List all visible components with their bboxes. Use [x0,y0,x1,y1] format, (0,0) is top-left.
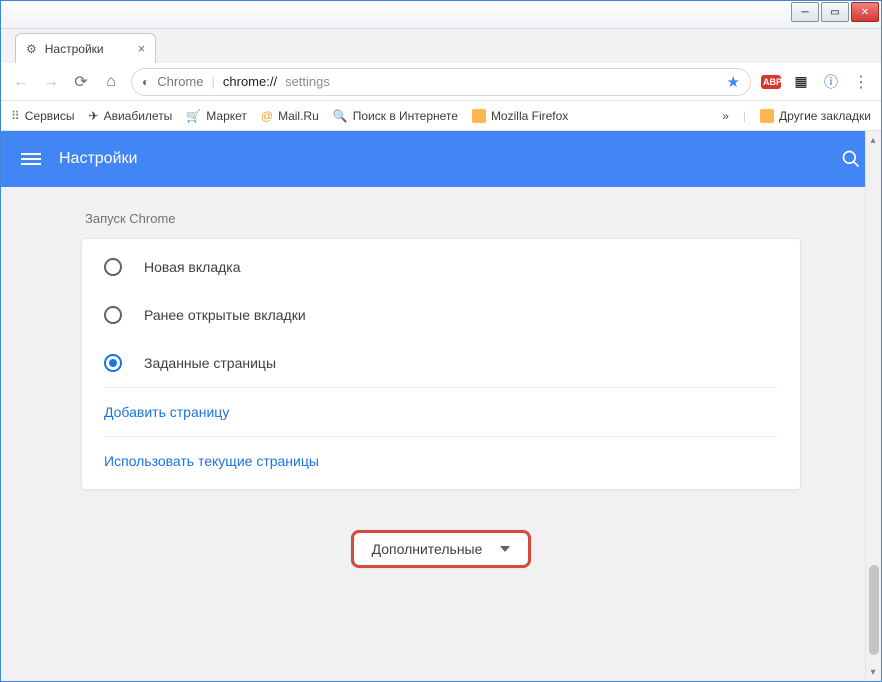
browser-toolbar: ← → ⟳ ⌂ ◐ Chrome | chrome://settings ★ A… [1,63,881,101]
reload-icon[interactable]: ⟳ [71,72,91,92]
settings-header: Настройки [1,131,881,187]
search-icon[interactable] [841,149,861,169]
home-icon[interactable]: ⌂ [101,73,121,91]
address-bar[interactable]: ◐ Chrome | chrome://settings ★ [131,68,751,96]
adblock-extension-icon[interactable]: ABP [761,75,781,89]
other-bookmarks[interactable]: Другие закладки [760,109,871,123]
window-maximize-button[interactable]: ▭ [821,2,849,22]
use-current-pages-link[interactable]: Использовать текущие страницы [82,437,800,485]
page-content: Настройки Запуск Chrome Новая вкладка Ра… [1,131,881,681]
browser-tab-settings[interactable]: ⚙ Настройки × [15,33,156,63]
bookmark-item[interactable]: @Mail.Ru [261,109,319,123]
scrollbar[interactable]: ▴ ▾ [865,131,881,681]
option-label: Заданные страницы [144,355,276,371]
window-close-button[interactable]: ✕ [851,2,879,22]
url-scheme-label: Chrome [157,74,203,89]
settings-page: Запуск Chrome Новая вкладка Ранее открыт… [1,187,881,608]
scrollbar-thumb[interactable] [869,565,879,655]
radio-icon [104,354,122,372]
search-icon: 🔍 [333,109,348,123]
bookmark-item[interactable]: ⠿Сервисы [11,109,75,123]
folder-icon [472,109,486,123]
scroll-down-icon[interactable]: ▾ [868,667,878,677]
startup-card: Новая вкладка Ранее открытые вкладки Зад… [81,238,801,490]
radio-icon [104,306,122,324]
link-label: Добавить страницу [104,404,229,420]
option-label: Ранее открытые вкладки [144,307,306,323]
radio-option-specific-pages[interactable]: Заданные страницы [82,339,800,387]
tab-strip: ⚙ Настройки × [1,29,881,63]
window-titlebar: ─ ▭ ✕ [1,1,881,29]
app-window: ─ ▭ ✕ ⚙ Настройки × ← → ⟳ ⌂ ◐ Chrome | c… [0,0,882,682]
bookmark-star-icon[interactable]: ★ [727,73,740,91]
advanced-toggle-button[interactable]: Дополнительные [351,530,532,568]
radio-option-new-tab[interactable]: Новая вкладка [82,243,800,291]
bookmark-item[interactable]: 🛒Маркет [186,109,247,123]
cart-icon: 🛒 [186,109,201,123]
option-label: Новая вкладка [144,259,241,275]
mail-icon: @ [261,109,273,123]
bookmark-item[interactable]: 🔍Поиск в Интернете [333,109,458,123]
page-title: Настройки [59,150,137,168]
radio-option-continue[interactable]: Ранее открытые вкладки [82,291,800,339]
section-label: Запуск Chrome [81,211,801,226]
chevron-down-icon [500,546,510,552]
bookmarks-overflow-icon[interactable]: » [722,109,729,123]
bookmark-item[interactable]: ✈Авиабилеты [89,109,173,123]
back-icon[interactable]: ← [11,73,31,91]
hamburger-menu-icon[interactable] [21,150,41,168]
url-host: chrome:// [223,74,277,89]
link-label: Использовать текущие страницы [104,453,319,469]
bookmark-item[interactable]: Mozilla Firefox [472,109,568,123]
plane-icon: ✈ [89,109,99,123]
tab-close-icon[interactable]: × [138,41,146,56]
url-path: settings [285,74,330,89]
gear-icon: ⚙ [26,42,37,56]
folder-icon [760,109,774,123]
tab-title: Настройки [45,42,104,56]
advanced-section: Дополнительные [351,530,532,568]
extension-icon[interactable]: ▦ [791,73,811,90]
site-info-icon: ◐ [142,75,149,89]
bookmarks-bar: ⠿Сервисы ✈Авиабилеты 🛒Маркет @Mail.Ru 🔍П… [1,101,881,131]
window-minimize-button[interactable]: ─ [791,2,819,22]
menu-icon[interactable]: ⋮ [851,72,871,92]
scroll-up-icon[interactable]: ▴ [868,135,878,145]
add-page-link[interactable]: Добавить страницу [82,388,800,436]
apps-icon: ⠿ [11,109,20,123]
radio-icon [104,258,122,276]
forward-icon[interactable]: → [41,73,61,91]
advanced-label: Дополнительные [372,541,483,557]
extension-icon[interactable]: ⓘ [821,72,841,92]
